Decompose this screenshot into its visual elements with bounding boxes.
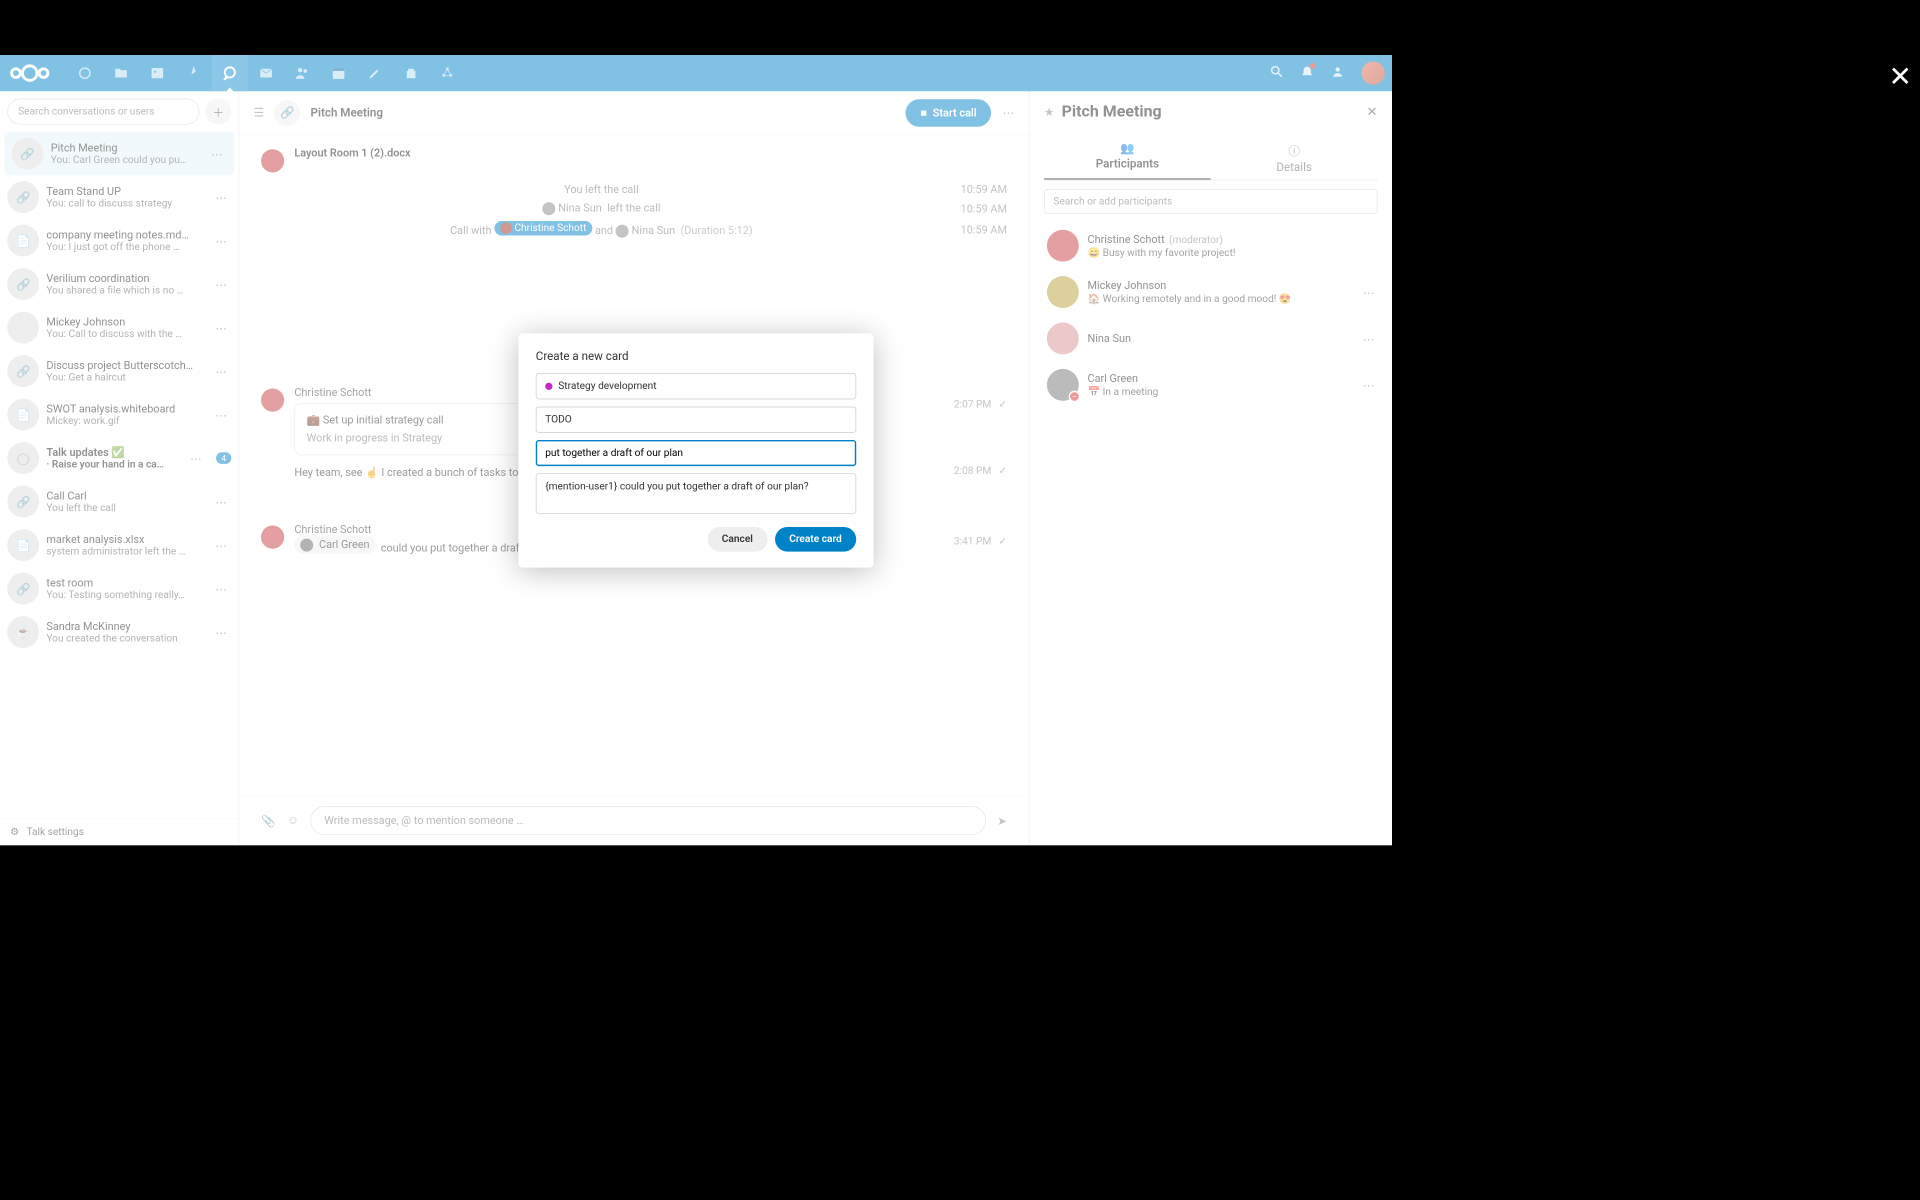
card-description-input[interactable]	[536, 473, 856, 514]
overlay-close-icon[interactable]: ✕	[1889, 60, 1912, 93]
modal-overlay: Create a new card Strategy development T…	[0, 55, 1392, 845]
card-title-input[interactable]	[536, 440, 856, 466]
cancel-button[interactable]: Cancel	[707, 527, 767, 552]
board-select[interactable]: Strategy development	[536, 373, 856, 399]
list-select[interactable]: TODO	[536, 406, 856, 432]
board-color-dot	[545, 382, 552, 389]
create-card-button[interactable]: Create card	[775, 527, 857, 552]
create-card-modal: Create a new card Strategy development T…	[518, 333, 873, 567]
modal-title: Create a new card	[536, 349, 856, 363]
